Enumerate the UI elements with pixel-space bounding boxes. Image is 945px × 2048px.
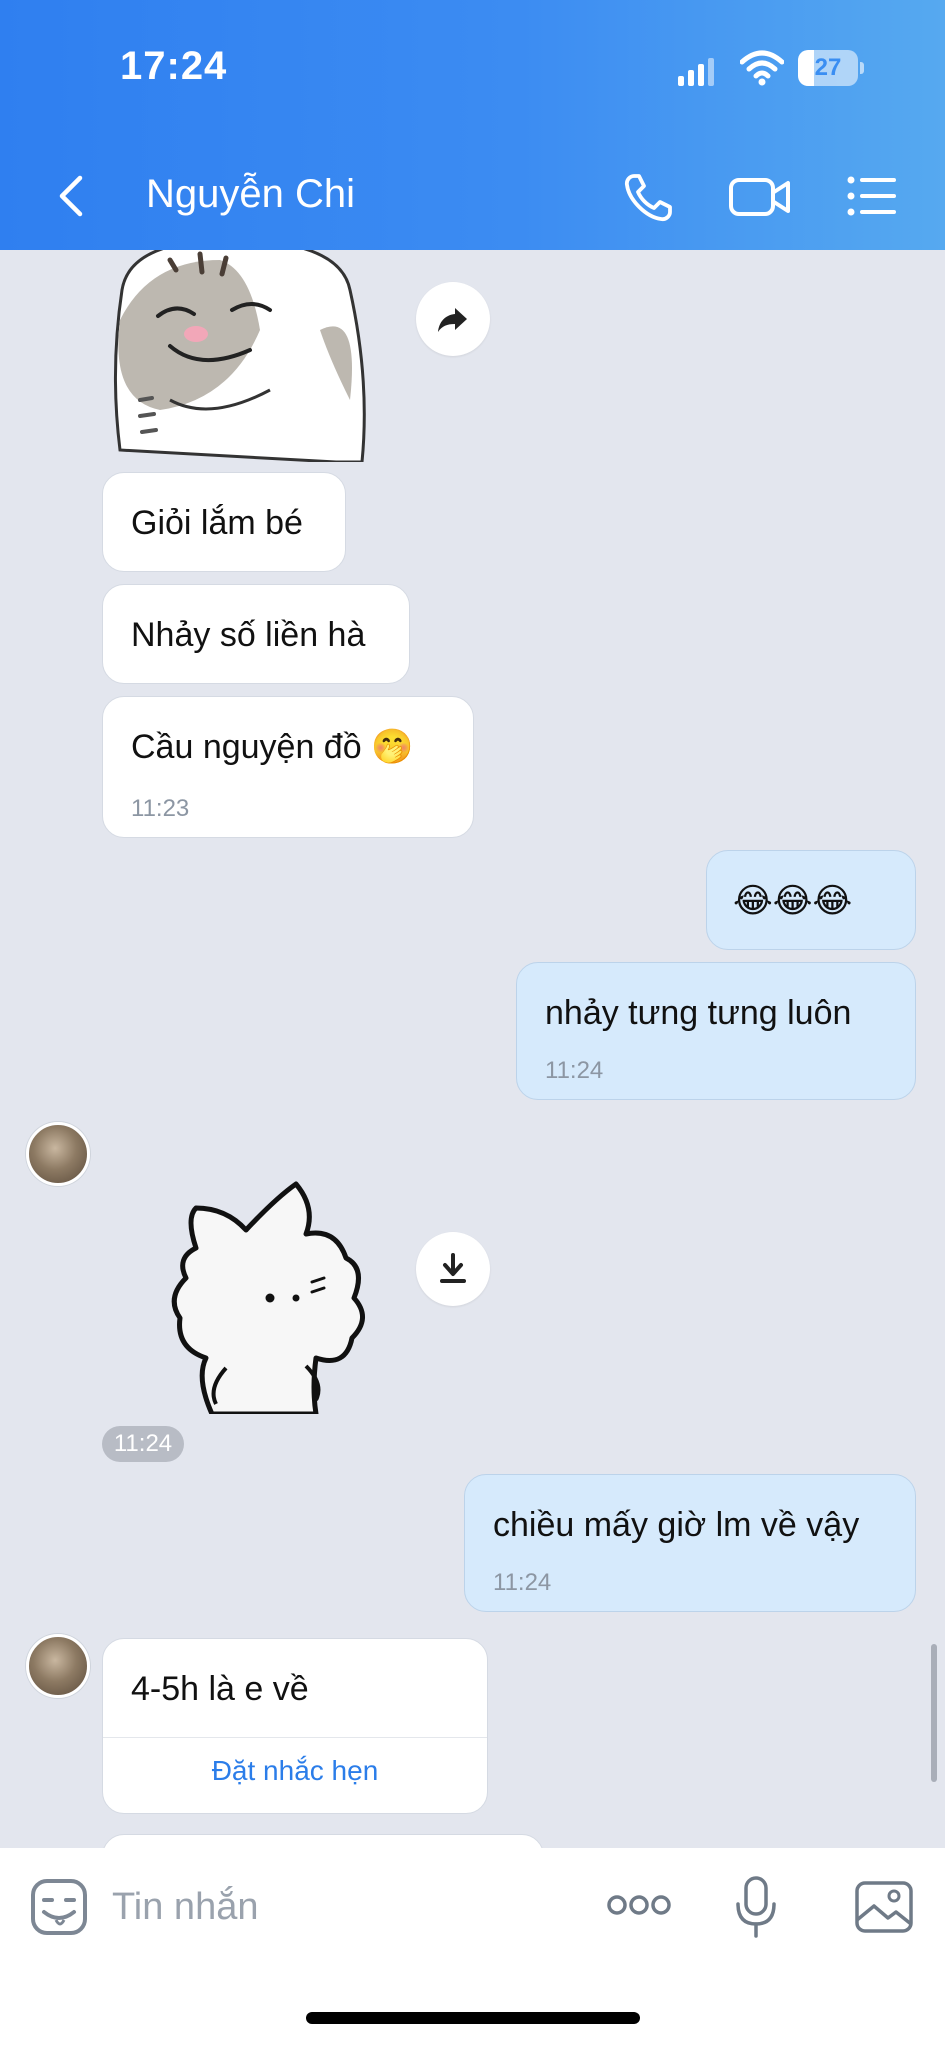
cat-smirk-sticker[interactable] — [100, 250, 372, 462]
contact-avatar[interactable] — [26, 1634, 90, 1698]
message-text: Giỏi lắm bé — [131, 504, 303, 542]
message-text: nhảy tưng tưng luôn — [545, 994, 852, 1032]
battery-icon: 27 — [798, 50, 864, 86]
home-indicator — [306, 2012, 640, 2024]
divider — [103, 1737, 487, 1738]
more-options-icon[interactable] — [606, 1890, 672, 1920]
status-time: 17:24 — [120, 44, 228, 88]
message-text: 😂😂😂 — [733, 882, 853, 920]
cellular-signal-icon — [678, 58, 714, 86]
list-menu-icon[interactable] — [846, 174, 898, 218]
sticker-time-badge: 11:24 — [102, 1426, 184, 1462]
message-text: 4-5h là e về — [131, 1670, 309, 1708]
message-time: 11:24 — [545, 1057, 604, 1084]
forward-arrow-icon — [438, 308, 467, 332]
message-bubble-incoming[interactable]: 4-5h là e về Đặt nhắc hẹn — [102, 1638, 488, 1814]
wifi-icon — [740, 50, 784, 86]
download-button[interactable] — [416, 1232, 490, 1306]
chat-header: 17:24 27 Nguyễn Chi — [0, 0, 945, 250]
battery-percent: 27 — [814, 54, 842, 81]
phone-call-icon[interactable] — [620, 170, 676, 226]
video-call-icon[interactable] — [728, 172, 792, 222]
message-bubble-incoming[interactable]: Nhảy số liền hà — [102, 584, 410, 684]
contact-name[interactable]: Nguyễn Chi — [146, 172, 355, 217]
microphone-icon[interactable] — [734, 1876, 778, 1938]
share-forward-button[interactable] — [416, 282, 490, 356]
message-time: 11:23 — [131, 795, 190, 822]
message-bubble-outgoing[interactable]: 😂😂😂 — [706, 850, 916, 950]
back-chevron-icon[interactable] — [50, 170, 94, 222]
message-composer — [0, 1848, 945, 2048]
image-gallery-icon[interactable] — [854, 1880, 914, 1934]
contact-avatar[interactable] — [26, 1122, 90, 1186]
message-text: chiều mấy giờ lm về vậy — [493, 1506, 860, 1544]
set-reminder-button[interactable]: Đặt nhắc hẹn — [103, 1751, 487, 1791]
white-cat-sticker[interactable] — [166, 1178, 376, 1414]
scrollbar[interactable] — [931, 1644, 937, 1782]
message-bubble-outgoing[interactable]: chiều mấy giờ lm về vậy 11:24 — [464, 1474, 916, 1612]
download-icon — [440, 1253, 466, 1283]
message-bubble-outgoing[interactable]: nhảy tưng tưng luôn 11:24 — [516, 962, 916, 1100]
message-text: Cầu nguyện đồ 🤭 — [131, 728, 414, 766]
message-bubble-incoming[interactable]: Cầu nguyện đồ 🤭 11:23 — [102, 696, 474, 838]
message-bubble-incoming[interactable]: Giỏi lắm bé — [102, 472, 346, 572]
message-input[interactable] — [112, 1882, 542, 1932]
message-text: Nhảy số liền hà — [131, 616, 366, 654]
emoji-sticker-icon[interactable] — [30, 1878, 88, 1936]
message-time: 11:24 — [493, 1569, 552, 1596]
